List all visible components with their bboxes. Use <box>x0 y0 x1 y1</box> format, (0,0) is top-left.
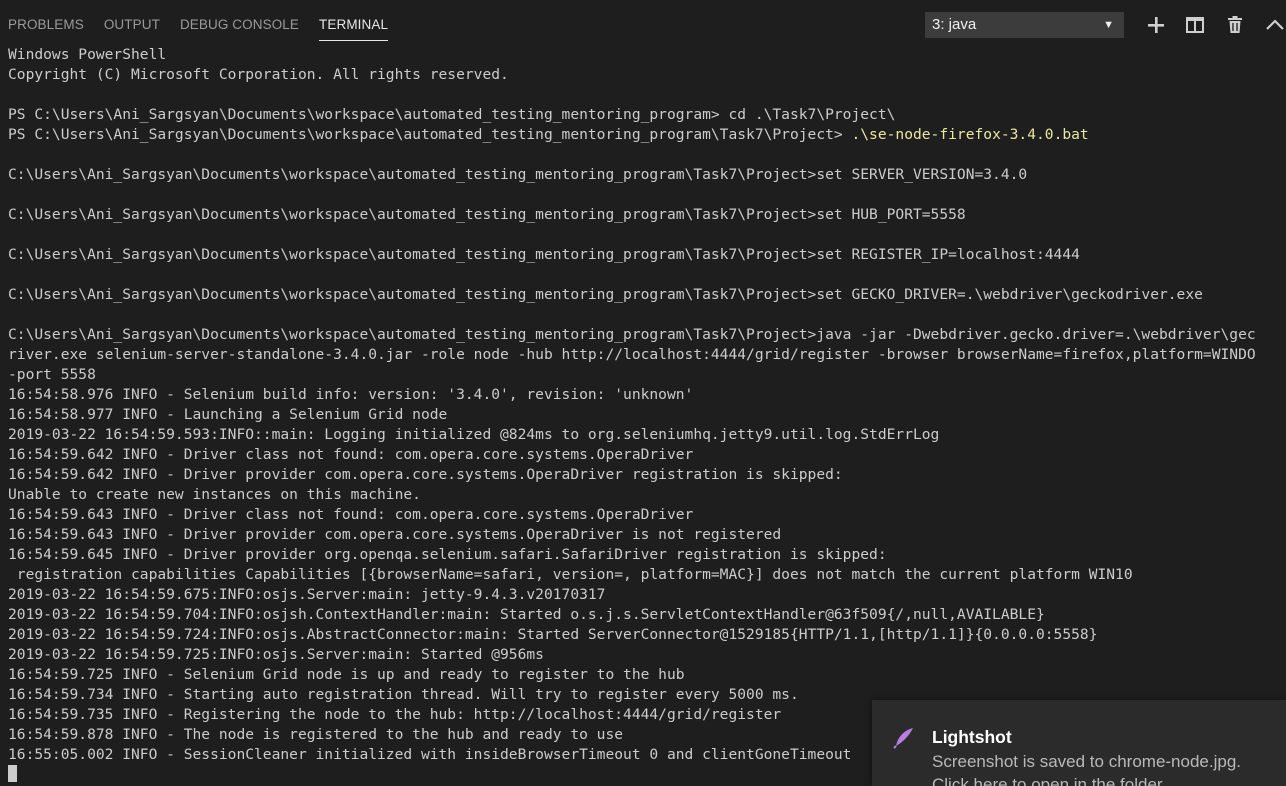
terminal-line: 16:54:59.642 INFO - Driver provider com.… <box>8 466 843 483</box>
terminal-line: 16:54:59.643 INFO - Driver class not fou… <box>8 506 694 523</box>
terminal-line: registration capabilities Capabilities [… <box>8 566 1133 583</box>
terminal-line: 2019-03-22 16:54:59.675:INFO:osjs.Server… <box>8 586 606 603</box>
terminal-selector-value: 3: java <box>932 16 977 33</box>
terminal-line: PS C:\Users\Ani_Sargsyan\Documents\works… <box>8 125 1286 145</box>
panel-header: PROBLEMS OUTPUT DEBUG CONSOLE TERMINAL 3… <box>0 0 1286 50</box>
tab-output[interactable]: OUTPUT <box>96 0 172 50</box>
tab-terminal[interactable]: TERMINAL <box>311 0 400 50</box>
terminal-line: 16:54:59.643 INFO - Driver provider com.… <box>8 526 782 543</box>
terminal-line: Copyright (C) Microsoft Corporation. All… <box>8 66 509 83</box>
terminal-line: Unable to create new instances on this m… <box>8 486 421 503</box>
terminal-output[interactable]: Windows PowerShell Copyright (C) Microso… <box>8 45 1286 786</box>
chevron-up-icon[interactable] <box>1264 14 1286 36</box>
command-text: .\se-node-firefox-3.4.0.bat <box>851 126 1089 143</box>
terminal-line: C:\Users\Ani_Sargsyan\Documents\workspac… <box>8 326 1256 343</box>
trash-icon[interactable] <box>1224 14 1246 36</box>
terminal-selector[interactable]: 3: java ▼ <box>925 12 1124 38</box>
terminal-line: C:\Users\Ani_Sargsyan\Documents\workspac… <box>8 166 1028 183</box>
terminal-line: C:\Users\Ani_Sargsyan\Documents\workspac… <box>8 246 1080 263</box>
notification-action-link[interactable]: Click here to open in the folder. <box>932 775 1166 786</box>
terminal-line: 16:54:59.642 INFO - Driver class not fou… <box>8 446 694 463</box>
panel-tabs: PROBLEMS OUTPUT DEBUG CONSOLE TERMINAL <box>0 0 400 50</box>
terminal-line: 16:54:58.976 INFO - Selenium build info:… <box>8 386 694 403</box>
tab-debug-console[interactable]: DEBUG CONSOLE <box>172 0 311 50</box>
terminal-line: -port 5558 <box>8 366 96 383</box>
terminal-line: 16:54:59.645 INFO - Driver provider org.… <box>8 546 887 563</box>
feather-icon <box>892 726 916 750</box>
dropdown-caret-icon: ▼ <box>1103 19 1114 31</box>
terminal-cursor <box>8 765 17 782</box>
prompt-text: PS C:\Users\Ani_Sargsyan\Documents\works… <box>8 126 852 143</box>
terminal-line: C:\Users\Ani_Sargsyan\Documents\workspac… <box>8 206 966 223</box>
terminal-line: 2019-03-22 16:54:59.704:INFO:osjsh.Conte… <box>8 606 1045 623</box>
terminal-line: 2019-03-22 16:54:59.725:INFO:osjs.Server… <box>8 646 544 663</box>
notification-message: Screenshot is saved to chrome-node.jpg. <box>932 752 1242 771</box>
tab-problems[interactable]: PROBLEMS <box>0 0 96 50</box>
plus-icon[interactable] <box>1145 14 1167 36</box>
terminal-line: C:\Users\Ani_Sargsyan\Documents\workspac… <box>8 286 1203 303</box>
terminal-line: 2019-03-22 16:54:59.724:INFO:osjs.Abstra… <box>8 626 1098 643</box>
lightshot-notification[interactable]: Lightshot Screenshot is saved to chrome-… <box>872 700 1286 786</box>
terminal-line: 16:54:58.977 INFO - Launching a Selenium… <box>8 406 448 423</box>
terminal-line: Windows PowerShell <box>8 46 167 63</box>
terminal-line: 16:54:59.725 INFO - Selenium Grid node i… <box>8 666 685 683</box>
terminal-line: 2019-03-22 16:54:59.593:INFO::main: Logg… <box>8 426 940 443</box>
terminal-line: river.exe selenium-server-standalone-3.4… <box>8 346 1256 363</box>
split-terminal-icon[interactable] <box>1184 14 1206 36</box>
notification-title: Lightshot <box>932 727 1012 747</box>
terminal-line: PS C:\Users\Ani_Sargsyan\Documents\works… <box>8 106 896 123</box>
